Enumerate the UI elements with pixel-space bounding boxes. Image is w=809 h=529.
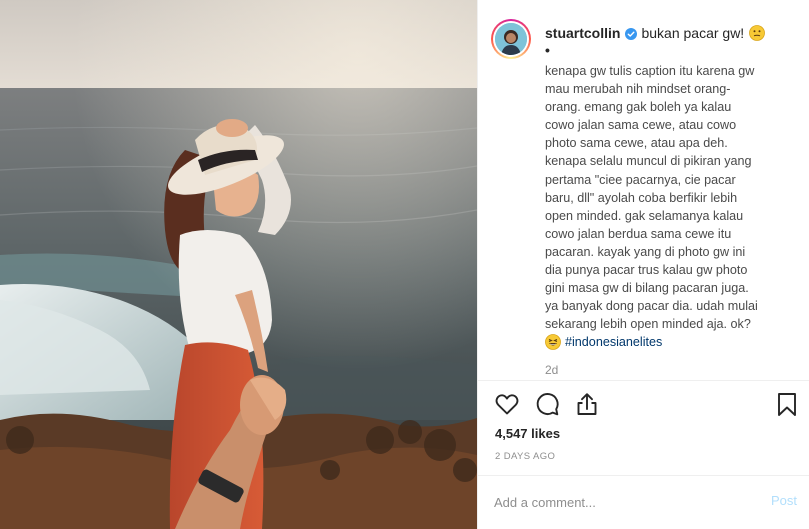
caption-header: stuartcollin bukan pacar gw! <box>545 25 766 41</box>
post-comment-button[interactable]: Post <box>771 493 797 508</box>
caption-line: dia punya pacar trus kalau gw photo <box>545 263 748 278</box>
caption-line: pacaran. kayak yang di photo gw ini <box>545 244 746 259</box>
photo-image <box>0 0 477 529</box>
caption-area[interactable]: stuartcollin bukan pacar gw! • kenapa gw… <box>478 0 809 380</box>
hashtag-line: #indonesianelites <box>545 333 795 351</box>
share-icon[interactable] <box>573 390 601 418</box>
caption-line: mau merubah nih mindset orang- <box>545 82 731 97</box>
heart-icon[interactable] <box>493 390 521 418</box>
caption-line: pertama "ciee pacarnya, cie pacar <box>545 172 736 187</box>
comment-bubble-icon[interactable] <box>533 390 561 418</box>
comment-input[interactable] <box>494 491 754 513</box>
likes-count[interactable]: 4,547 likes <box>495 426 560 441</box>
caption-line: sekarang lebih open minded aja. ok? <box>545 317 751 332</box>
neutral-face-emoji-icon <box>749 25 766 41</box>
action-bar <box>478 386 809 422</box>
caption-line: gini masa gw di bilang pacaran juga. <box>545 281 749 296</box>
caption-line: orang. emang gak boleh ya kalau <box>545 100 732 115</box>
caption-bullet: • <box>545 42 550 58</box>
bookmark-icon[interactable] <box>773 390 801 418</box>
caption-first-line: bukan pacar gw! <box>641 25 745 41</box>
caption-line: kenapa gw tulis caption itu karena gw <box>545 64 755 78</box>
verified-badge-icon <box>625 27 638 40</box>
avatar-image <box>495 23 527 55</box>
comment-composer: Post <box>478 476 809 529</box>
caption-line: kenapa selalu muncul di pikiran yang <box>545 154 752 169</box>
grinning-squint-emoji-icon <box>545 334 561 351</box>
post-timestamp[interactable]: 2 DAYS AGO <box>495 451 555 462</box>
hashtag-link[interactable]: #indonesianelites <box>565 333 662 351</box>
caption-line: cowo jalan berdua sama cewe itu <box>545 226 732 241</box>
caption-time-ago[interactable]: 2d <box>545 363 558 377</box>
caption-line: photo sama cewe, atau apa deh. <box>545 136 728 151</box>
post-photo[interactable] <box>0 0 477 529</box>
username-link[interactable]: stuartcollin <box>545 25 620 41</box>
post-side-panel: stuartcollin bukan pacar gw! • kenapa gw… <box>477 0 809 529</box>
caption-line: cowo jalan sama cewe, atau cowo <box>545 118 737 133</box>
avatar[interactable] <box>495 23 527 55</box>
story-ring[interactable] <box>491 19 531 59</box>
caption-line: open minded. gak selamanya kalau <box>545 208 744 223</box>
caption-line: ya banyak dong pacar dia. udah mulai <box>545 299 758 314</box>
divider <box>478 380 809 381</box>
caption-line: baru, dll" ayolah coba berfikir lebih <box>545 190 738 205</box>
caption-body: kenapa gw tulis caption itu karena gw ma… <box>545 62 795 352</box>
